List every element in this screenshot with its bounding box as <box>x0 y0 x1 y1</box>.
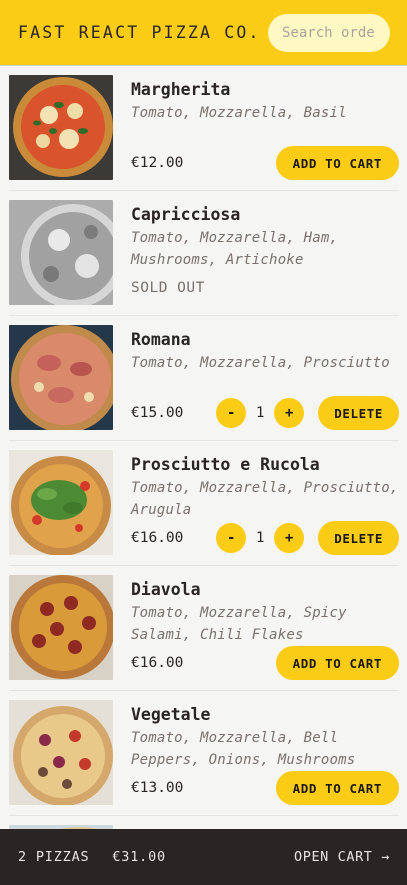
pizza-price: €12.00 <box>131 155 184 171</box>
pizza-ingredients: Tomato, Mozzarella, Prosciutto <box>131 355 390 371</box>
cart-total-price: €31.00 <box>112 849 166 865</box>
delete-item-button[interactable]: DELETE <box>318 521 399 555</box>
item-actions: €12.00 ADD TO CART <box>131 146 399 180</box>
decrease-quantity-button[interactable]: - <box>216 398 247 428</box>
increase-quantity-button[interactable]: + <box>274 523 305 553</box>
cart-controls: - 1 + DELETE <box>216 521 399 555</box>
pizza-price: €15.00 <box>131 405 184 421</box>
item-info: Margherita Tomato, Mozzarella, Basil €12… <box>131 75 399 190</box>
pizza-image <box>9 325 113 430</box>
pizza-name: Capricciosa <box>131 205 241 224</box>
add-to-cart-button[interactable]: ADD TO CART <box>275 146 399 180</box>
pizza-image <box>9 575 113 680</box>
pizza-name: Diavola <box>131 580 201 599</box>
add-to-cart-button[interactable]: ADD TO CART <box>275 646 399 680</box>
pizza-image <box>9 450 113 555</box>
menu-item <box>9 816 399 829</box>
quantity-value: 1 <box>256 405 265 421</box>
pizza-ingredients: Tomato, Mozzarella, Prosciutto, Arugula <box>131 480 399 518</box>
menu-item: Romana Tomato, Mozzarella, Prosciutto €1… <box>9 316 399 441</box>
menu-item: Capricciosa Tomato, Mozzarella, Ham, Mus… <box>9 191 399 316</box>
item-info: Prosciutto e Rucola Tomato, Mozzarella, … <box>131 450 399 565</box>
decrease-quantity-button[interactable]: - <box>216 523 247 553</box>
open-cart-link[interactable]: OPEN CART → <box>294 849 390 865</box>
pizza-ingredients: Tomato, Mozzarella, Basil <box>131 105 347 121</box>
item-actions: SOLD OUT <box>131 271 399 305</box>
item-actions: €13.00 ADD TO CART <box>131 771 399 805</box>
pizza-name: Prosciutto e Rucola <box>131 455 320 474</box>
app-header: FAST REACT PIZZA CO. <box>0 0 407 66</box>
pizza-price: €16.00 <box>131 655 184 671</box>
pizza-menu-list: Margherita Tomato, Mozzarella, Basil €12… <box>0 66 407 829</box>
delete-item-button[interactable]: DELETE <box>318 396 399 430</box>
item-info: Diavola Tomato, Mozzarella, Spicy Salami… <box>131 575 399 690</box>
pizza-price: €13.00 <box>131 780 184 796</box>
cart-pizza-count: 2 PIZZAS <box>18 849 90 865</box>
increase-quantity-button[interactable]: + <box>274 398 305 428</box>
sold-out-label: SOLD OUT <box>131 280 205 296</box>
pizza-ingredients: Tomato, Mozzarella, Ham, Mushrooms, Arti… <box>131 230 339 268</box>
search-order-input[interactable] <box>268 13 390 52</box>
item-info: Romana Tomato, Mozzarella, Prosciutto €1… <box>131 325 399 440</box>
pizza-name: Vegetale <box>131 705 211 724</box>
item-info: Capricciosa Tomato, Mozzarella, Ham, Mus… <box>131 200 399 315</box>
app-logo[interactable]: FAST REACT PIZZA CO. <box>18 23 261 42</box>
item-actions: €16.00 ADD TO CART <box>131 646 399 680</box>
add-to-cart-button[interactable]: ADD TO CART <box>275 771 399 805</box>
menu-item: Diavola Tomato, Mozzarella, Spicy Salami… <box>9 566 399 691</box>
item-actions: €16.00 - 1 + DELETE <box>131 521 399 555</box>
quantity-value: 1 <box>256 530 265 546</box>
pizza-image <box>9 700 113 805</box>
pizza-price: €16.00 <box>131 530 184 546</box>
item-actions: €15.00 - 1 + DELETE <box>131 396 399 430</box>
menu-item: Vegetale Tomato, Mozzarella, Bell Pepper… <box>9 691 399 816</box>
cart-overview: 2 PIZZAS €31.00 OPEN CART → <box>0 829 407 885</box>
cart-controls: - 1 + DELETE <box>216 396 399 430</box>
cart-summary: 2 PIZZAS €31.00 <box>18 849 180 865</box>
menu-item: Prosciutto e Rucola Tomato, Mozzarella, … <box>9 441 399 566</box>
item-info: Vegetale Tomato, Mozzarella, Bell Pepper… <box>131 700 399 815</box>
menu-item: Margherita Tomato, Mozzarella, Basil €12… <box>9 66 399 191</box>
pizza-image <box>9 200 113 305</box>
pizza-ingredients: Tomato, Mozzarella, Bell Peppers, Onions… <box>131 730 356 768</box>
pizza-name: Romana <box>131 330 191 349</box>
pizza-name: Margherita <box>131 80 231 99</box>
pizza-ingredients: Tomato, Mozzarella, Spicy Salami, Chili … <box>131 605 347 643</box>
pizza-image <box>9 75 113 180</box>
